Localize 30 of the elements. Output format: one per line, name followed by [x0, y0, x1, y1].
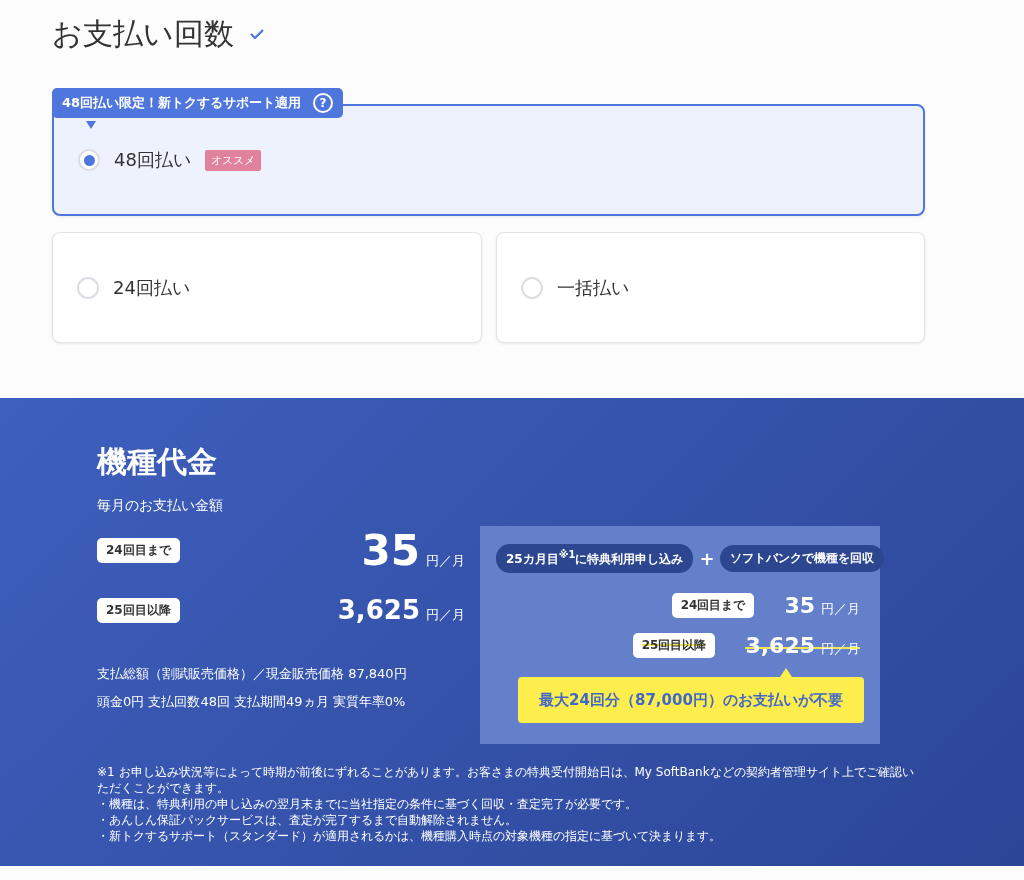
option-label: 48回払い: [114, 148, 191, 172]
monthly-price: 3,625 円／月: [337, 595, 465, 625]
radio-button[interactable]: [78, 149, 100, 171]
radio-button[interactable]: [520, 276, 543, 299]
check-icon: [250, 29, 264, 39]
radio-button[interactable]: [77, 276, 99, 299]
price-heading: 機種代金: [97, 443, 218, 481]
footnote: ・新トクするサポート（スタンダード）が適用されるかは、機種購入時点の対象機種の指定に基づいて決まります。: [97, 828, 722, 844]
footnote: ・あんしん保証パックサービスは、査定が完了するまで自動解除されません。: [97, 812, 518, 828]
savings-callout: 最大24回分（87,000円）のお支払いが不要: [518, 677, 864, 723]
recommend-badge: オススメ: [204, 149, 261, 171]
footnote: ※1 お申し込み状況等によって時期が前後にずれることがあります。お客さまの特典受付開始日は、My SoftBankなどの契約者管理サイト上でご確認いただくことができます。: [97, 764, 915, 796]
plus-sign: +: [699, 548, 715, 569]
option-label: 24回払い: [113, 275, 190, 300]
monthly-price: 35 円／月: [784, 592, 860, 618]
footnote: ・機種は、特典利用の申し込みの翌月末までに当社指定の条件に基づく回収・査定完了が必要です。: [97, 796, 638, 812]
period-tag: 24回目まで: [97, 537, 180, 563]
period-tag: 25回目以降: [97, 597, 180, 623]
price-note: 支払総額（割賦販売価格）／現金販売価格 87,840円: [97, 665, 408, 683]
price-note: 頭金0円 支払回数48回 支払期間49ヵ月 実質年率0%: [97, 693, 407, 711]
payment-option-card[interactable]: 一括払い: [495, 232, 925, 343]
period-tag: 24回目まで: [671, 592, 755, 618]
payment-option-card[interactable]: 24回払い: [52, 232, 482, 343]
option-label: 一括払い: [556, 275, 629, 300]
monthly-price: 35 円／月: [361, 525, 465, 575]
price-subheading: 毎月のお支払い金額: [97, 497, 224, 515]
section-title: お支払い回数: [52, 14, 234, 53]
help-button[interactable]: ?: [313, 93, 334, 113]
step-pill: 25カ月目$^{※1}$に特典利用申し込み: [496, 544, 694, 573]
step-pill: ソフトバンクで機種を回収: [720, 545, 885, 572]
